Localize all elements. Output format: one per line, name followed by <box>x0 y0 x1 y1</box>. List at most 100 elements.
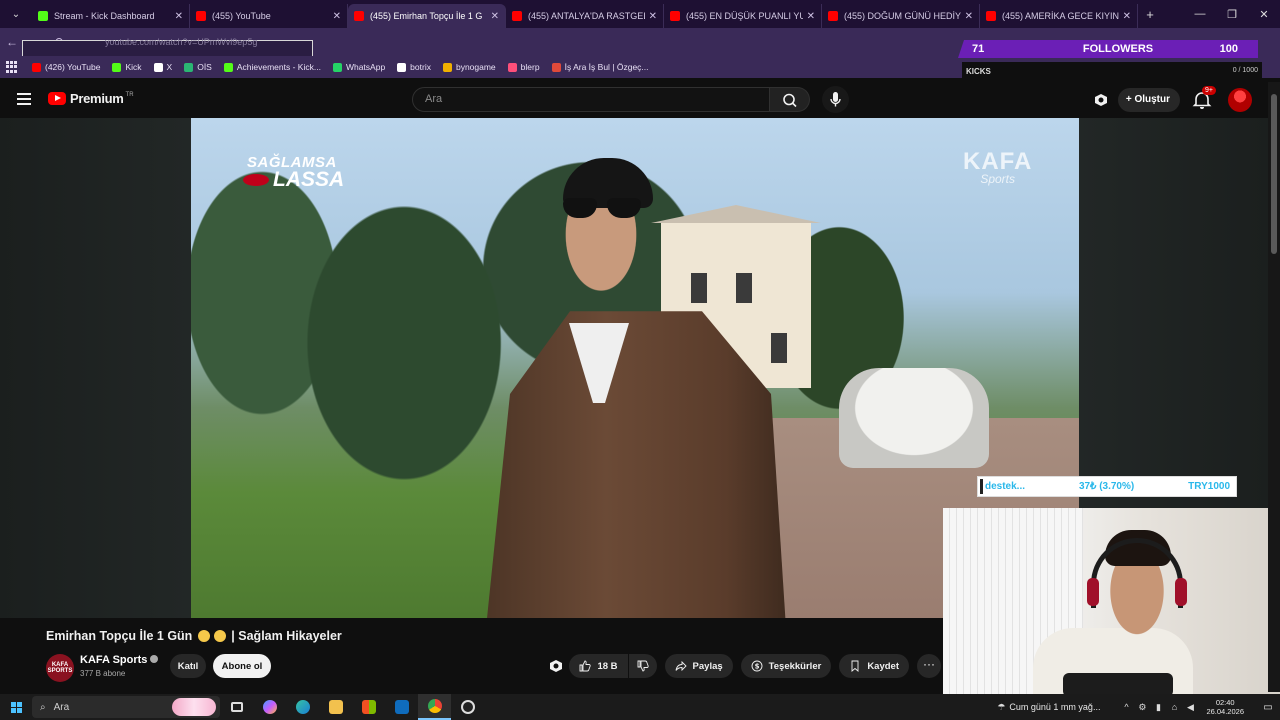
minimize-icon[interactable]: — <box>1184 0 1216 28</box>
apps-grid-icon[interactable] <box>6 61 18 73</box>
bookmark-item[interactable]: Achievements - Kick... <box>223 62 321 72</box>
scrollbar-thumb[interactable] <box>1271 94 1277 254</box>
webcam-feed <box>943 508 1280 696</box>
windows-start-icon[interactable] <box>0 694 32 720</box>
kick-extension-icon[interactable] <box>1092 91 1110 109</box>
browser-tab[interactable]: (455) ANTALYA'DA RASTGELE M ✕ <box>506 4 664 28</box>
save-button[interactable]: Kaydet <box>839 654 909 678</box>
bookmark-item[interactable]: bynogame <box>442 62 496 72</box>
youtube-premium-logo[interactable]: Premium TR <box>48 91 134 106</box>
thanks-button[interactable]: $ Teşekkürler <box>740 654 832 678</box>
browser-tab[interactable]: (455) Emirhan Topçu İle 1 G ✕ <box>348 4 506 28</box>
account-avatar[interactable] <box>1228 88 1252 112</box>
thumbs-up-icon <box>580 660 592 672</box>
browser-tab[interactable]: Stream - Kick Dashboard ✕ <box>32 4 190 28</box>
bookmark-label: bynogame <box>455 62 496 72</box>
menu-icon[interactable] <box>17 93 31 105</box>
bookmark-item[interactable]: botrix <box>397 62 431 72</box>
taskbar-search-input[interactable]: ⌕ Ara <box>32 696 220 718</box>
browser-tab[interactable]: (455) AMERİKA GECE KIYINTISI ✕ <box>980 4 1138 28</box>
maximize-icon[interactable]: ❐ <box>1216 0 1248 28</box>
network-icon[interactable]: ⌂ <box>1166 702 1182 712</box>
more-actions-icon[interactable]: ··· <box>917 654 941 678</box>
bookmark-favicon-icon <box>112 62 122 72</box>
video-actions: 18 B Paylaş $ Teşekkürler Kaydet ··· <box>547 654 941 678</box>
obs-icon[interactable] <box>451 694 484 720</box>
tab-title: (455) AMERİKA GECE KIYINTISI <box>1002 11 1119 21</box>
weather-rain-icon: ☂ <box>997 701 1006 712</box>
bookmark-item[interactable]: (426) YouTube <box>32 62 100 72</box>
chrome-icon[interactable] <box>418 694 451 720</box>
bookmark-item[interactable]: OİS <box>184 62 212 72</box>
join-button[interactable]: Katıl <box>170 654 206 678</box>
bookmark-favicon-icon <box>442 62 452 72</box>
channel-avatar[interactable]: KAFA SPORTS <box>46 654 74 682</box>
tab-close-icon[interactable]: ✕ <box>1123 11 1131 22</box>
task-view-icon[interactable] <box>220 694 253 720</box>
youtube-header: Premium TR Ara + Oluştur 9+ <box>0 82 1268 118</box>
tab-favicon-icon <box>38 11 48 21</box>
page-scrollbar[interactable] <box>1268 82 1280 692</box>
kick-extension-action-icon[interactable] <box>547 657 565 675</box>
like-count: 18 B <box>597 660 618 672</box>
bookmark-item[interactable]: WhatsApp <box>332 62 385 72</box>
new-tab-button[interactable]: + <box>1138 7 1162 22</box>
volume-icon[interactable]: ◀ <box>1182 702 1198 713</box>
bookmark-label: X <box>166 62 173 72</box>
microphone-tray-icon[interactable]: ▮ <box>1150 702 1166 713</box>
notifications-button[interactable]: 9+ <box>1190 86 1216 112</box>
browser-tab[interactable]: (455) DOĞUM GÜNÜ HEDİYEL ✕ <box>822 4 980 28</box>
clock[interactable]: 02:40 26.04.2026 <box>1206 698 1244 716</box>
bookmark-item[interactable]: Kick <box>112 62 142 72</box>
close-window-icon[interactable]: ✕ <box>1248 0 1280 28</box>
tray-expand-icon[interactable]: ^ <box>1118 702 1134 712</box>
tab-search-icon[interactable]: ⌄ <box>4 4 28 24</box>
channel-name[interactable]: KAFA Sports <box>80 654 159 666</box>
tab-favicon-icon <box>670 11 680 21</box>
dislike-button[interactable] <box>628 654 657 678</box>
tab-favicon-icon <box>986 11 996 21</box>
tab-close-icon[interactable]: ✕ <box>649 11 657 22</box>
weather-text[interactable]: Cum günü 1 mm yağ... <box>1009 702 1100 712</box>
browser-tab[interactable]: (455) YouTube ✕ <box>190 4 348 28</box>
create-button[interactable]: + Oluştur <box>1117 88 1180 112</box>
video-car <box>839 368 989 468</box>
tab-favicon-icon <box>354 11 364 21</box>
browser-tab[interactable]: (455) EN DÜŞÜK PUANLI YURT ✕ <box>664 4 822 28</box>
share-button[interactable]: Paylaş <box>664 654 733 678</box>
tab-close-icon[interactable]: ✕ <box>965 11 973 22</box>
bookmark-item[interactable]: İş Ara İş Bul | Özgeç... <box>551 62 649 72</box>
save-label: Kaydet <box>867 660 899 672</box>
tab-close-icon[interactable]: ✕ <box>491 11 499 22</box>
notification-center-icon[interactable]: ▭ <box>1256 702 1280 713</box>
edge-icon[interactable] <box>286 694 319 720</box>
bookmark-item[interactable]: X <box>153 62 173 72</box>
headset-right-ear <box>1175 578 1187 606</box>
voice-search-button[interactable] <box>822 86 849 113</box>
search-input[interactable]: Ara <box>412 87 770 112</box>
microsoft-store-icon[interactable] <box>352 694 385 720</box>
tab-close-icon[interactable]: ✕ <box>807 11 815 22</box>
back-icon[interactable]: ← <box>0 35 24 49</box>
bookmark-favicon-icon <box>32 62 41 72</box>
followers-label: FOLLOWERS <box>1082 43 1154 55</box>
tab-favicon-icon <box>828 11 838 21</box>
logo-region: TR <box>125 91 134 98</box>
like-button[interactable]: 18 B <box>569 654 628 678</box>
subscribe-button[interactable]: Abone ol <box>213 654 271 678</box>
bookmark-favicon-icon <box>184 62 194 72</box>
copilot-icon[interactable] <box>253 694 286 720</box>
tab-close-icon[interactable]: ✕ <box>333 11 341 22</box>
video-brand-bottom: LASSA <box>243 168 344 192</box>
donation-amount: 37₺ (3.70%) <box>1078 481 1135 492</box>
file-explorer-icon[interactable] <box>319 694 352 720</box>
kicks-label: KICKS <box>966 67 991 76</box>
bookmark-item[interactable]: blerp <box>507 62 540 72</box>
tab-close-icon[interactable]: ✕ <box>175 11 183 22</box>
search-button[interactable] <box>770 87 810 112</box>
video-metadata: Emirhan Topçu İle 1 Gün | Sağlam Hikayel… <box>0 618 943 690</box>
bookmark-icon <box>851 660 859 672</box>
settings-tray-icon[interactable]: ⚙ <box>1134 702 1150 713</box>
clock-time: 02:40 <box>1215 698 1235 707</box>
outlook-icon[interactable] <box>385 694 418 720</box>
